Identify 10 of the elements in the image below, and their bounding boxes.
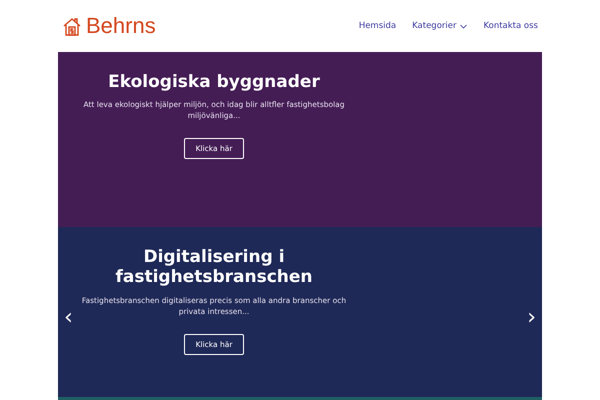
chevron-down-icon xyxy=(460,24,468,28)
nav-link[interactable]: Kontakta oss xyxy=(483,20,538,32)
brand-logo[interactable]: Behrns xyxy=(62,15,156,37)
previous-slide-button[interactable]: ‹ xyxy=(64,307,73,329)
slide-title: Ekologiska byggnader xyxy=(108,72,320,92)
nav-link[interactable]: Hemsida xyxy=(358,20,396,32)
nav-link[interactable]: Kategorier xyxy=(412,20,468,32)
house-icon xyxy=(62,17,82,37)
slide-title: Digitalisering i fastighetsbranschen xyxy=(114,247,314,288)
next-slide-button[interactable]: › xyxy=(527,307,536,329)
